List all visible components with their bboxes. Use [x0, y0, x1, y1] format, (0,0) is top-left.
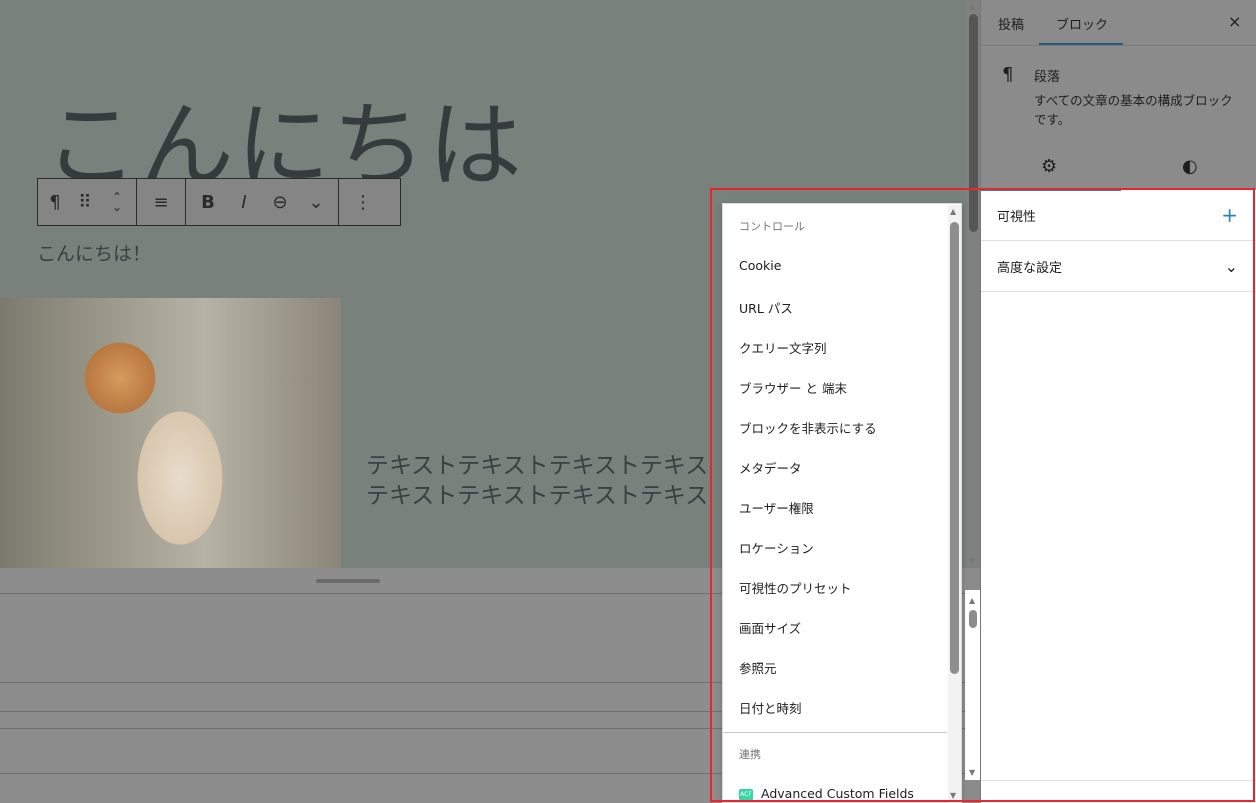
menu-item[interactable]: クエリー文字列	[739, 338, 827, 357]
menu-item[interactable]: 画面サイズ	[739, 618, 801, 637]
paragraph-icon[interactable]: ¶	[40, 179, 70, 225]
scroll-down-arrow[interactable]: ▼	[969, 556, 975, 565]
menu-item[interactable]: ユーザー権限	[739, 498, 814, 517]
menu-item[interactable]: メタデータ	[739, 458, 802, 477]
settings-panel: 可視性 + 高度な設定 ⌄	[981, 190, 1256, 803]
gear-icon[interactable]: ⚙	[1041, 156, 1057, 177]
paragraph-icon: ¶	[1002, 64, 1014, 85]
text-line[interactable]: テキストテキストテキストテキス	[366, 476, 708, 510]
plus-icon[interactable]: +	[1221, 203, 1238, 227]
chevron-down-icon[interactable]: ⌄	[1225, 257, 1238, 276]
tab-block[interactable]: ブロック	[1056, 14, 1108, 33]
cat-image[interactable]	[0, 298, 341, 568]
scroll-up-arrow[interactable]: ▲	[969, 2, 975, 11]
link-icon[interactable]: ⊖	[262, 179, 298, 225]
chevron-down-icon[interactable]: ⌄	[298, 179, 334, 225]
bold-icon[interactable]: B	[190, 179, 226, 225]
panel-visibility[interactable]: 可視性 +	[981, 190, 1256, 241]
group-heading: 連携	[739, 748, 761, 761]
block-description: すべての文章の基本の構成ブロックです。	[1034, 93, 1233, 127]
panel-scrollbar[interactable]: ▲ ▼	[965, 590, 980, 780]
menu-item[interactable]: URL パス	[739, 298, 793, 317]
editor-scrollbar-thumb[interactable]	[969, 14, 978, 232]
acf-icon: ACF	[739, 788, 753, 801]
menu-item[interactable]: 参照元	[739, 658, 777, 677]
menu-item[interactable]: ブロックを非表示にする	[739, 418, 877, 437]
move-up-down-icon[interactable]: ⌃ ⌄	[100, 179, 134, 225]
menu-item-acf[interactable]: ACF Advanced Custom Fields	[739, 786, 914, 801]
group-heading: コントロール	[739, 220, 805, 233]
resize-handle[interactable]	[316, 579, 380, 583]
panel-advanced[interactable]: 高度な設定 ⌄	[981, 241, 1256, 292]
text-line[interactable]: テキストテキストテキストテキス	[366, 446, 708, 480]
menu-item[interactable]: ロケーション	[739, 538, 814, 557]
active-tab-indicator	[981, 189, 1121, 191]
menu-item[interactable]: 可視性のプリセット	[739, 578, 852, 597]
dropdown-scrollbar-thumb[interactable]	[950, 222, 959, 674]
menu-item[interactable]: ブラウザー と 端末	[739, 378, 847, 397]
menu-item[interactable]: Cookie	[739, 258, 781, 273]
more-options-icon[interactable]: ⋮	[339, 179, 387, 225]
visibility-controls-dropdown: コントロール Cookie URL パス クエリー文字列 ブラウザー と 端末 …	[722, 203, 962, 803]
close-icon[interactable]: ×	[1228, 12, 1241, 31]
italic-icon[interactable]: I	[226, 179, 262, 225]
drag-handle-icon[interactable]: ⠿	[70, 179, 100, 225]
styles-contrast-icon[interactable]: ◐	[1182, 156, 1198, 177]
block-toolbar: ¶ ⠿ ⌃ ⌄ ≡ B I ⊖ ⌄ ⋮	[37, 178, 401, 226]
menu-item[interactable]: 日付と時刻	[739, 698, 802, 717]
align-icon[interactable]: ≡	[137, 179, 185, 225]
block-name: 段落	[1034, 70, 1061, 85]
tab-post[interactable]: 投稿	[998, 14, 1024, 33]
paragraph-block[interactable]: こんにちは！	[37, 239, 151, 266]
